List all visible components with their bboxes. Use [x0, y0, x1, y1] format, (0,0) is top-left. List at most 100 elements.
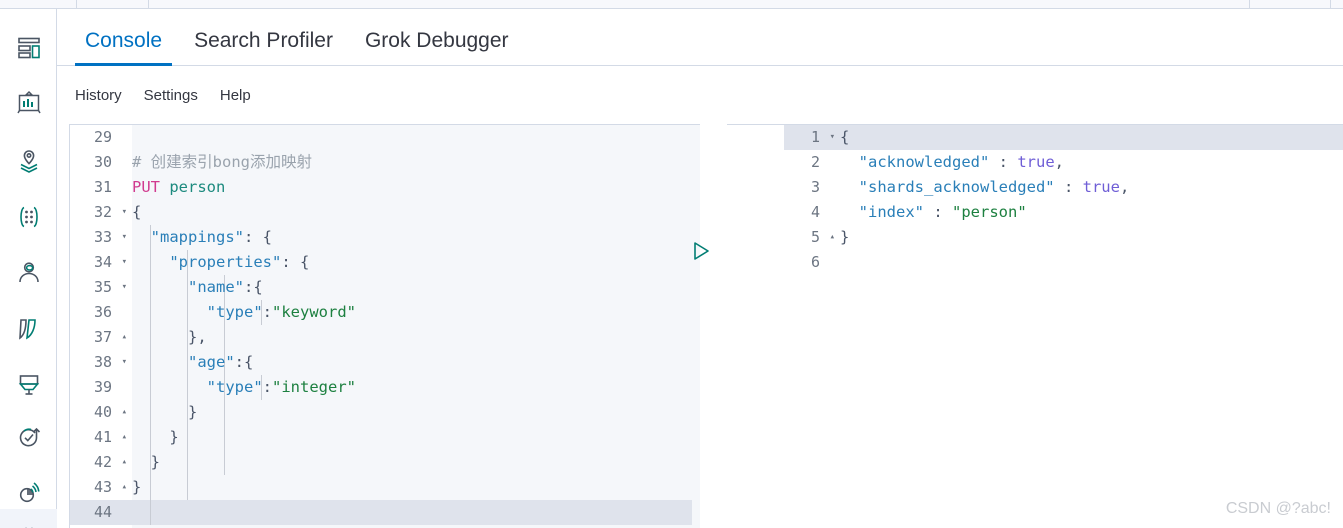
- code-line[interactable]: "age":{: [132, 350, 700, 375]
- dashboard-icon: [16, 35, 42, 61]
- code-line[interactable]: "type":"integer": [132, 375, 700, 400]
- line-number[interactable]: 40 ▴: [70, 400, 132, 425]
- line-number[interactable]: 29: [70, 125, 132, 150]
- play-request-icon[interactable]: [690, 240, 712, 262]
- token-key: "properties": [169, 253, 282, 271]
- token-key: "type": [206, 303, 263, 321]
- request-gutter[interactable]: 29 30 31 32 ▾ 33 ▾ 34 ▾ 35 ▾ 36 37 ▴ 38 ▾ 39 40 ▴ 41 ▴ 42 ▴ 43 ▴…: [70, 125, 132, 528]
- line-number[interactable]: 35 ▾: [70, 275, 132, 300]
- token-punc: : {: [244, 228, 272, 246]
- code-line[interactable]: }: [132, 425, 700, 450]
- token-punc: :: [262, 303, 272, 321]
- code-line[interactable]: {: [840, 125, 1343, 150]
- line-number-value: 31: [93, 178, 112, 196]
- subnav-help[interactable]: Help: [220, 87, 251, 104]
- subnav-history[interactable]: History: [75, 87, 122, 104]
- code-line[interactable]: "index" : "person": [840, 200, 1343, 225]
- code-line[interactable]: PUT person: [132, 175, 700, 200]
- line-number[interactable]: 42 ▴: [70, 450, 132, 475]
- line-number[interactable]: 37 ▴: [70, 325, 132, 350]
- code-line[interactable]: }: [132, 400, 700, 425]
- response-editor[interactable]: 1 ▾ 2 3 4 5 ▴ 6 { "acknowledged" : true, "shard…: [727, 124, 1343, 528]
- tab-grok-debugger[interactable]: Grok Debugger: [349, 30, 525, 65]
- request-code[interactable]: # 创建索引bong添加映射 PUT person{ "mappings": { …: [132, 125, 700, 528]
- token-punc: :: [1054, 178, 1083, 196]
- token-punc: },: [188, 328, 207, 346]
- code-line[interactable]: "mappings": {: [132, 225, 700, 250]
- global-header-separator: [1249, 0, 1250, 9]
- code-line[interactable]: }: [132, 475, 700, 500]
- fold-toggle-icon[interactable]: ▴: [122, 475, 127, 500]
- subnav-settings[interactable]: Settings: [144, 87, 198, 104]
- canvas-icon: [16, 90, 42, 116]
- request-editor[interactable]: 29 30 31 32 ▾ 33 ▾ 34 ▾ 35 ▾ 36 37 ▴ 38 ▾ 39 40 ▴ 41 ▴ 42 ▴ 43 ▴…: [69, 124, 700, 528]
- fold-toggle-icon[interactable]: ▾: [830, 125, 835, 150]
- line-number[interactable]: 1 ▾: [784, 125, 840, 150]
- token-string: "person": [952, 203, 1027, 221]
- line-number[interactable]: 38 ▾: [70, 350, 132, 375]
- line-number[interactable]: 44: [70, 500, 132, 525]
- nav-item-ml[interactable]: [0, 244, 57, 301]
- line-number-value: 43: [93, 478, 112, 496]
- token-punc: :: [262, 378, 272, 396]
- code-line[interactable]: "acknowledged" : true,: [840, 150, 1343, 175]
- response-code[interactable]: { "acknowledged" : true, "shards_acknowl…: [840, 125, 1343, 528]
- line-number[interactable]: 43 ▴: [70, 475, 132, 500]
- fold-toggle-icon[interactable]: ▴: [122, 400, 127, 425]
- code-line[interactable]: {: [132, 200, 700, 225]
- line-number[interactable]: 41 ▴: [70, 425, 132, 450]
- line-number[interactable]: 39: [70, 375, 132, 400]
- line-number[interactable]: 6: [784, 250, 840, 275]
- fold-toggle-icon[interactable]: ▴: [122, 450, 127, 475]
- code-line[interactable]: [840, 250, 1343, 275]
- token-punc: }: [169, 428, 179, 446]
- fold-toggle-icon[interactable]: ▾: [122, 225, 127, 250]
- tab-console[interactable]: Console: [69, 30, 178, 66]
- nav-item-canvas[interactable]: [0, 74, 57, 131]
- fold-toggle-icon[interactable]: ▾: [122, 275, 127, 300]
- fold-toggle-icon[interactable]: ▾: [122, 250, 127, 275]
- fold-toggle-icon[interactable]: ▾: [122, 200, 127, 225]
- line-number[interactable]: 34 ▾: [70, 250, 132, 275]
- code-line[interactable]: [132, 125, 700, 150]
- code-line[interactable]: "properties": {: [132, 250, 700, 275]
- code-line[interactable]: "name":{: [132, 275, 700, 300]
- code-line[interactable]: "shards_acknowledged" : true,: [840, 175, 1343, 200]
- nav-item-maps[interactable]: [0, 132, 57, 189]
- token-punc: :{: [234, 353, 254, 371]
- global-header-separator: [1330, 0, 1331, 9]
- global-header-separator: [76, 0, 77, 9]
- line-number[interactable]: 30: [70, 150, 132, 175]
- fold-toggle-icon[interactable]: ▴: [122, 425, 127, 450]
- line-number[interactable]: 4: [784, 200, 840, 225]
- code-line[interactable]: [132, 500, 700, 525]
- line-number[interactable]: 32 ▾: [70, 200, 132, 225]
- token-punc: : {: [281, 253, 310, 271]
- line-number[interactable]: 33 ▾: [70, 225, 132, 250]
- nav-item-infra[interactable]: [0, 300, 57, 357]
- line-number[interactable]: 5 ▴: [784, 225, 840, 250]
- code-line[interactable]: },: [132, 325, 700, 350]
- nav-item-dev-tools[interactable]: [0, 509, 57, 528]
- nav-item-dashboard[interactable]: [0, 19, 57, 76]
- line-number-value: 5: [810, 228, 820, 246]
- devtools-tab-bar: Console Search Profiler Grok Debugger: [57, 9, 1343, 66]
- code-line[interactable]: }: [840, 225, 1343, 250]
- line-number[interactable]: 3: [784, 175, 840, 200]
- line-number[interactable]: 2: [784, 150, 840, 175]
- nav-item-uptime[interactable]: [0, 409, 57, 466]
- tab-search-profiler[interactable]: Search Profiler: [178, 30, 349, 65]
- line-number[interactable]: 36: [70, 300, 132, 325]
- fold-toggle-icon[interactable]: ▴: [122, 325, 127, 350]
- code-line[interactable]: "type":"keyword": [132, 300, 700, 325]
- fold-toggle-icon[interactable]: ▴: [830, 225, 835, 250]
- token-method: PUT: [132, 178, 160, 196]
- code-line[interactable]: # 创建索引bong添加映射: [132, 150, 700, 175]
- code-line[interactable]: }: [132, 450, 700, 475]
- fold-toggle-icon[interactable]: ▾: [122, 350, 127, 375]
- line-number[interactable]: 31: [70, 175, 132, 200]
- nav-item-graph[interactable]: [0, 188, 57, 245]
- nav-item-logs[interactable]: [0, 356, 57, 413]
